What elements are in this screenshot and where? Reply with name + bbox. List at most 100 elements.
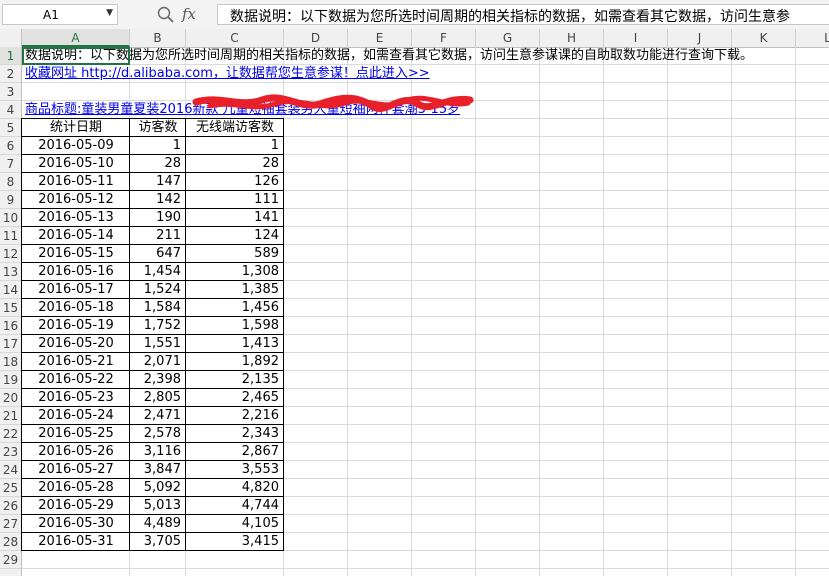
- favorite-link-cell[interactable]: 收藏网址 http://d.alibaba.com，让数据帮您生意参谋！点此进入…: [22, 65, 442, 83]
- formula-bar: A1 ▼ fx 数据说明：以下数据为您所选时间周期的相关指标的数据，如需查看其它…: [0, 0, 829, 30]
- table-border: [21, 262, 130, 281]
- table-border: [129, 136, 186, 155]
- column-header-b[interactable]: B: [130, 29, 186, 47]
- product-title-cell[interactable]: 商品标题:童装男童夏装2016新款 儿童短袖套装男大童短袖两件套潮3-15岁: [22, 101, 482, 119]
- table-border: [129, 442, 186, 461]
- column-header-k[interactable]: K: [732, 29, 796, 47]
- table-border: [185, 370, 284, 389]
- column-header-h[interactable]: H: [540, 29, 604, 47]
- row-header-3[interactable]: 3: [0, 83, 21, 101]
- column-header-l[interactable]: L: [796, 29, 829, 47]
- column-header-e[interactable]: E: [348, 29, 412, 47]
- column-header-c[interactable]: C: [186, 29, 284, 47]
- column-header-f[interactable]: F: [412, 29, 476, 47]
- table-border: [21, 496, 130, 515]
- table-border: [21, 442, 130, 461]
- row-header-24[interactable]: 24: [0, 461, 21, 479]
- table-border: [129, 190, 186, 209]
- row-header-23[interactable]: 23: [0, 443, 21, 461]
- table-border: [129, 154, 186, 173]
- table-border: [129, 280, 186, 299]
- table-border: [185, 496, 284, 515]
- row-header-15[interactable]: 15: [0, 299, 21, 317]
- column-header-g[interactable]: G: [476, 29, 540, 47]
- table-border: [185, 118, 284, 137]
- table-border: [185, 172, 284, 191]
- table-border: [185, 262, 284, 281]
- zoom-search-icon[interactable]: [156, 5, 176, 25]
- column-header-bar: ABCDEFGHIJKL: [0, 29, 829, 48]
- row-header-2[interactable]: 2: [0, 65, 21, 83]
- table-border: [21, 136, 130, 155]
- row-header-28[interactable]: 28: [0, 533, 21, 551]
- column-header-j[interactable]: J: [668, 29, 732, 47]
- column-header-a[interactable]: A: [22, 29, 130, 47]
- chevron-down-icon[interactable]: ▼: [106, 8, 113, 18]
- table-border: [185, 316, 284, 335]
- table-border: [21, 172, 130, 191]
- row-header-12[interactable]: 12: [0, 245, 21, 263]
- table-border: [21, 424, 130, 443]
- row-header-16[interactable]: 16: [0, 317, 21, 335]
- table-border: [185, 388, 284, 407]
- table-border: [21, 208, 130, 227]
- formula-input[interactable]: 数据说明：以下数据为您所选时间周期的相关指标的数据，如需查看其它数据，访问生意参: [217, 4, 829, 25]
- table-border: [185, 478, 284, 497]
- row-header-29[interactable]: 29: [0, 551, 21, 569]
- spreadsheet-grid[interactable]: 数据说明：以下数据为您所选时间周期的相关指标的数据，如需查看其它数据，访问生意参…: [21, 47, 829, 576]
- table-border: [21, 532, 130, 551]
- table-border: [129, 460, 186, 479]
- table-border: [129, 514, 186, 533]
- row-header-13[interactable]: 13: [0, 263, 21, 281]
- row-header-10[interactable]: 10: [0, 209, 21, 227]
- row-header-22[interactable]: 22: [0, 425, 21, 443]
- table-border: [21, 352, 130, 371]
- table-border: [129, 172, 186, 191]
- row-header-19[interactable]: 19: [0, 371, 21, 389]
- table-border: [21, 370, 130, 389]
- table-border: [129, 424, 186, 443]
- row-header-25[interactable]: 25: [0, 479, 21, 497]
- column-header-d[interactable]: D: [284, 29, 348, 47]
- function-icon[interactable]: fx: [182, 5, 196, 23]
- row-header-18[interactable]: 18: [0, 353, 21, 371]
- row-header-14[interactable]: 14: [0, 281, 21, 299]
- name-box[interactable]: A1 ▼: [2, 4, 118, 25]
- table-border: [129, 118, 186, 137]
- row-header-11[interactable]: 11: [0, 227, 21, 245]
- table-border: [185, 298, 284, 317]
- table-border: [21, 226, 130, 245]
- table-border: [129, 208, 186, 227]
- row-header-21[interactable]: 21: [0, 407, 21, 425]
- table-border: [185, 424, 284, 443]
- table-border: [185, 352, 284, 371]
- row-header-17[interactable]: 17: [0, 335, 21, 353]
- row-header-1[interactable]: 1: [0, 47, 21, 65]
- column-header-i[interactable]: I: [604, 29, 668, 47]
- row-header-9[interactable]: 9: [0, 191, 21, 209]
- row-header-7[interactable]: 7: [0, 155, 21, 173]
- table-border: [129, 298, 186, 317]
- table-border: [129, 244, 186, 263]
- row-header-6[interactable]: 6: [0, 137, 21, 155]
- row-header-20[interactable]: 20: [0, 389, 21, 407]
- data-note-cell[interactable]: 数据说明：以下数据为您所选时间周期的相关指标的数据，如需查看其它数据，访问生意参…: [22, 47, 822, 65]
- table-border: [129, 370, 186, 389]
- table-border: [129, 316, 186, 335]
- table-border: [185, 190, 284, 209]
- table-border: [185, 154, 284, 173]
- row-header-5[interactable]: 5: [0, 119, 21, 137]
- table-border: [185, 244, 284, 263]
- select-all-corner[interactable]: [0, 29, 22, 47]
- table-border: [185, 208, 284, 227]
- table-border: [21, 406, 130, 425]
- row-header-26[interactable]: 26: [0, 497, 21, 515]
- table-border: [185, 334, 284, 353]
- row-header-8[interactable]: 8: [0, 173, 21, 191]
- table-border: [185, 226, 284, 245]
- name-box-value: A1: [43, 8, 59, 22]
- table-border: [21, 118, 130, 137]
- row-header-27[interactable]: 27: [0, 515, 21, 533]
- table-border: [21, 298, 130, 317]
- row-header-4[interactable]: 4: [0, 101, 21, 119]
